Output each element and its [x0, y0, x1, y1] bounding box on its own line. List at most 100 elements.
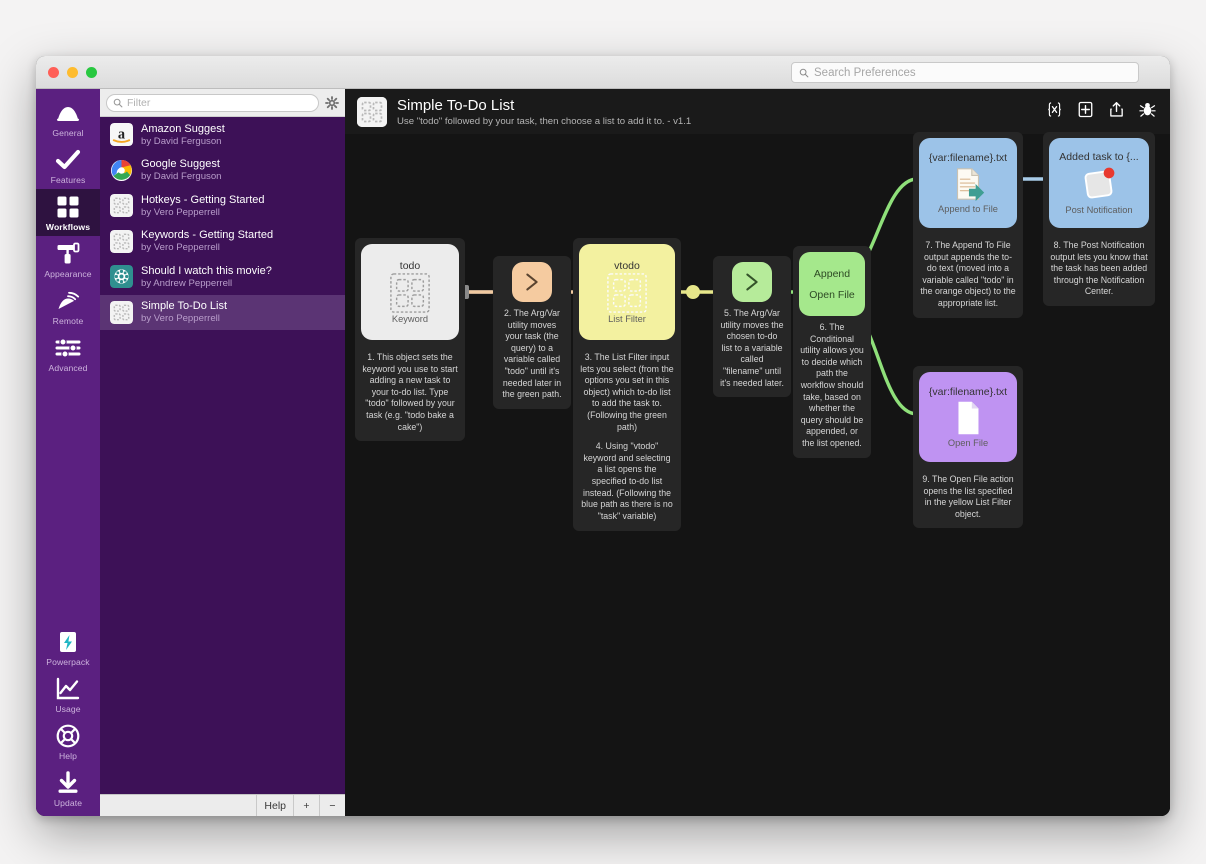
grid-icon — [110, 194, 133, 218]
workflow-row-text: Simple To-Do List by Vero Pepperrell — [141, 300, 227, 324]
sidebar-item-advanced[interactable]: Advanced — [36, 330, 100, 377]
node-argvar-filename-box[interactable] — [732, 262, 772, 302]
workflow-row-text: Hotkeys - Getting Started by Vero Pepper… — [141, 194, 265, 218]
film-icon — [110, 265, 133, 289]
node-conditional-box[interactable]: Append Open File — [799, 252, 865, 316]
node-note: 9. The Open File action opens the list s… — [913, 468, 1023, 528]
sidebar-item-remote[interactable]: Remote — [36, 283, 100, 330]
node-conditional-openfile-label: Open File — [809, 288, 855, 301]
debug-icon[interactable] — [1139, 101, 1156, 118]
node-subtitle: Append to File — [938, 204, 998, 214]
workflow-row-text: Google Suggest by David Ferguson — [141, 158, 222, 182]
minimize-button[interactable] — [67, 67, 78, 78]
download-icon — [55, 770, 81, 796]
document-arrow-icon — [948, 164, 988, 204]
node-title: {var:filename}.txt — [928, 152, 1008, 164]
lifering-icon — [55, 723, 81, 749]
workflow-canvas-panel: Simple To-Do List Use "todo" followed by… — [345, 89, 1170, 816]
note-paragraph: 4. Using "vtodo" keyword and selecting a… — [581, 441, 673, 521]
node-title: todo — [399, 260, 421, 272]
node-open-file-box[interactable]: {var:filename}.txt Open File — [919, 372, 1017, 462]
grid-dashed-icon — [606, 272, 648, 314]
node-note: 7. The Append To File output appends the… — [913, 234, 1023, 318]
node-argvar-todo-box[interactable] — [512, 262, 552, 302]
node-list-filter[interactable]: vtodo List Filter 3. The List Filter inp… — [573, 238, 681, 531]
node-open-file[interactable]: {var:filename}.txt Open File 9. The Open… — [913, 366, 1023, 529]
check-icon — [55, 147, 81, 173]
remove-workflow-button[interactable]: − — [319, 795, 345, 816]
workflow-row-keywords-getting-started[interactable]: Keywords - Getting Started by Vero Peppe… — [100, 224, 345, 260]
sidebar-item-appearance[interactable]: Appearance — [36, 236, 100, 283]
workflow-row-google-suggest[interactable]: Google Suggest by David Ferguson — [100, 153, 345, 189]
sidebar-label: General — [52, 128, 84, 138]
bolt-icon — [55, 629, 81, 655]
node-append-to-file[interactable]: {var:filename}.txt Append to File 7. The… — [913, 132, 1023, 318]
sidebar-label: Usage — [55, 704, 81, 714]
workflow-author: by David Ferguson — [141, 135, 222, 147]
node-keyword[interactable]: todo Keyword 1. This object sets the key… — [355, 238, 465, 442]
node-note: 3. The List Filter input lets you select… — [573, 346, 681, 531]
workflow-header-text: Simple To-Do List Use "todo" followed by… — [397, 97, 691, 127]
node-append-to-file-box[interactable]: {var:filename}.txt Append to File — [919, 138, 1017, 228]
workflow-list-panel: Filter a Amazon Suggest by David Ferguso… — [100, 89, 345, 816]
workflow-grid-icon — [357, 96, 387, 127]
variables-icon[interactable] — [1046, 101, 1063, 118]
note-paragraph: 2. The Arg/Var utility moves your task (… — [502, 308, 562, 400]
sidebar-item-help[interactable]: Help — [36, 718, 100, 765]
workflow-row-simple-to-do-list[interactable]: Simple To-Do List by Vero Pepperrell — [100, 294, 345, 330]
node-title: Added task to {... — [1059, 151, 1139, 163]
node-argvar-filename[interactable]: 5. The Arg/Var utility moves the chosen … — [713, 256, 791, 398]
hat-icon — [55, 100, 81, 126]
alfred-preferences-window: Search Preferences General Features Work… — [36, 56, 1170, 816]
workflow-filter-bar: Filter — [100, 89, 345, 117]
sidebar-label: Remote — [52, 316, 84, 326]
help-button[interactable]: Help — [256, 795, 293, 816]
sidebar-item-workflows[interactable]: Workflows — [36, 189, 100, 236]
sidebar-label: Help — [58, 751, 78, 761]
chevron-right-icon — [518, 268, 546, 296]
node-note: 5. The Arg/Var utility moves the chosen … — [713, 302, 791, 397]
node-subtitle: List Filter — [608, 314, 646, 324]
workflow-row-amazon-suggest[interactable]: a Amazon Suggest by David Ferguson — [100, 117, 345, 153]
search-icon — [799, 68, 809, 77]
node-post-notification-box[interactable]: Added task to {... Post Notification — [1049, 138, 1149, 228]
workflow-author: by Vero Pepperrell — [141, 206, 220, 218]
screen: Search Preferences General Features Work… — [0, 0, 1206, 864]
share-export-icon[interactable] — [1108, 101, 1125, 118]
workflow-author: by Vero Pepperrell — [141, 313, 220, 325]
node-subtitle: Open File — [947, 438, 989, 448]
workflow-list-footer: Help + − — [100, 794, 345, 816]
node-keyword-box[interactable]: todo Keyword — [361, 244, 459, 340]
node-argvar-todo[interactable]: 2. The Arg/Var utility moves your task (… — [493, 256, 571, 409]
workflow-name: Hotkeys - Getting Started — [141, 193, 265, 206]
node-title: vtodo — [614, 260, 640, 272]
workflow-author: by Vero Pepperrell — [141, 242, 220, 254]
sidebar-item-features[interactable]: Features — [36, 142, 100, 189]
gear-icon[interactable] — [325, 95, 339, 110]
sidebar-item-powerpack[interactable]: Powerpack — [36, 624, 100, 671]
grid-dashed-icon — [389, 272, 431, 314]
node-conditional[interactable]: Append Open File 6. The Conditional util… — [793, 246, 871, 458]
workflow-row-text: Should I watch this movie? by Andrew Pep… — [141, 265, 272, 289]
note-paragraph: 7. The Append To File output appends the… — [920, 240, 1016, 309]
node-list-filter-box[interactable]: vtodo List Filter — [579, 244, 675, 340]
close-button[interactable] — [48, 67, 59, 78]
chevron-right-icon — [738, 268, 766, 296]
workflow-row-hotkeys-getting-started[interactable]: Hotkeys - Getting Started by Vero Pepper… — [100, 188, 345, 224]
note-paragraph: 3. The List Filter input lets you select… — [580, 352, 674, 432]
add-object-icon[interactable] — [1077, 101, 1094, 118]
search-preferences-input[interactable]: Search Preferences — [791, 62, 1139, 83]
workflow-filter-input[interactable]: Filter — [106, 93, 319, 112]
sidebar-label: Update — [53, 798, 83, 808]
sidebar-item-usage[interactable]: Usage — [36, 671, 100, 718]
workflow-row-should-i-watch-this-movie[interactable]: Should I watch this movie? by Andrew Pep… — [100, 259, 345, 295]
sidebar-item-general[interactable]: General — [36, 95, 100, 142]
node-note: 8. The Post Notification output lets you… — [1043, 234, 1155, 306]
google-icon — [110, 159, 133, 182]
workflow-filter-placeholder: Filter — [127, 96, 151, 109]
node-post-notification[interactable]: Added task to {... Post Notification 8. … — [1043, 132, 1155, 307]
add-workflow-button[interactable]: + — [293, 795, 319, 816]
sidebar-item-update[interactable]: Update — [36, 765, 100, 816]
note-paragraph: 5. The Arg/Var utility moves the chosen … — [720, 308, 784, 388]
zoom-button[interactable] — [86, 67, 97, 78]
